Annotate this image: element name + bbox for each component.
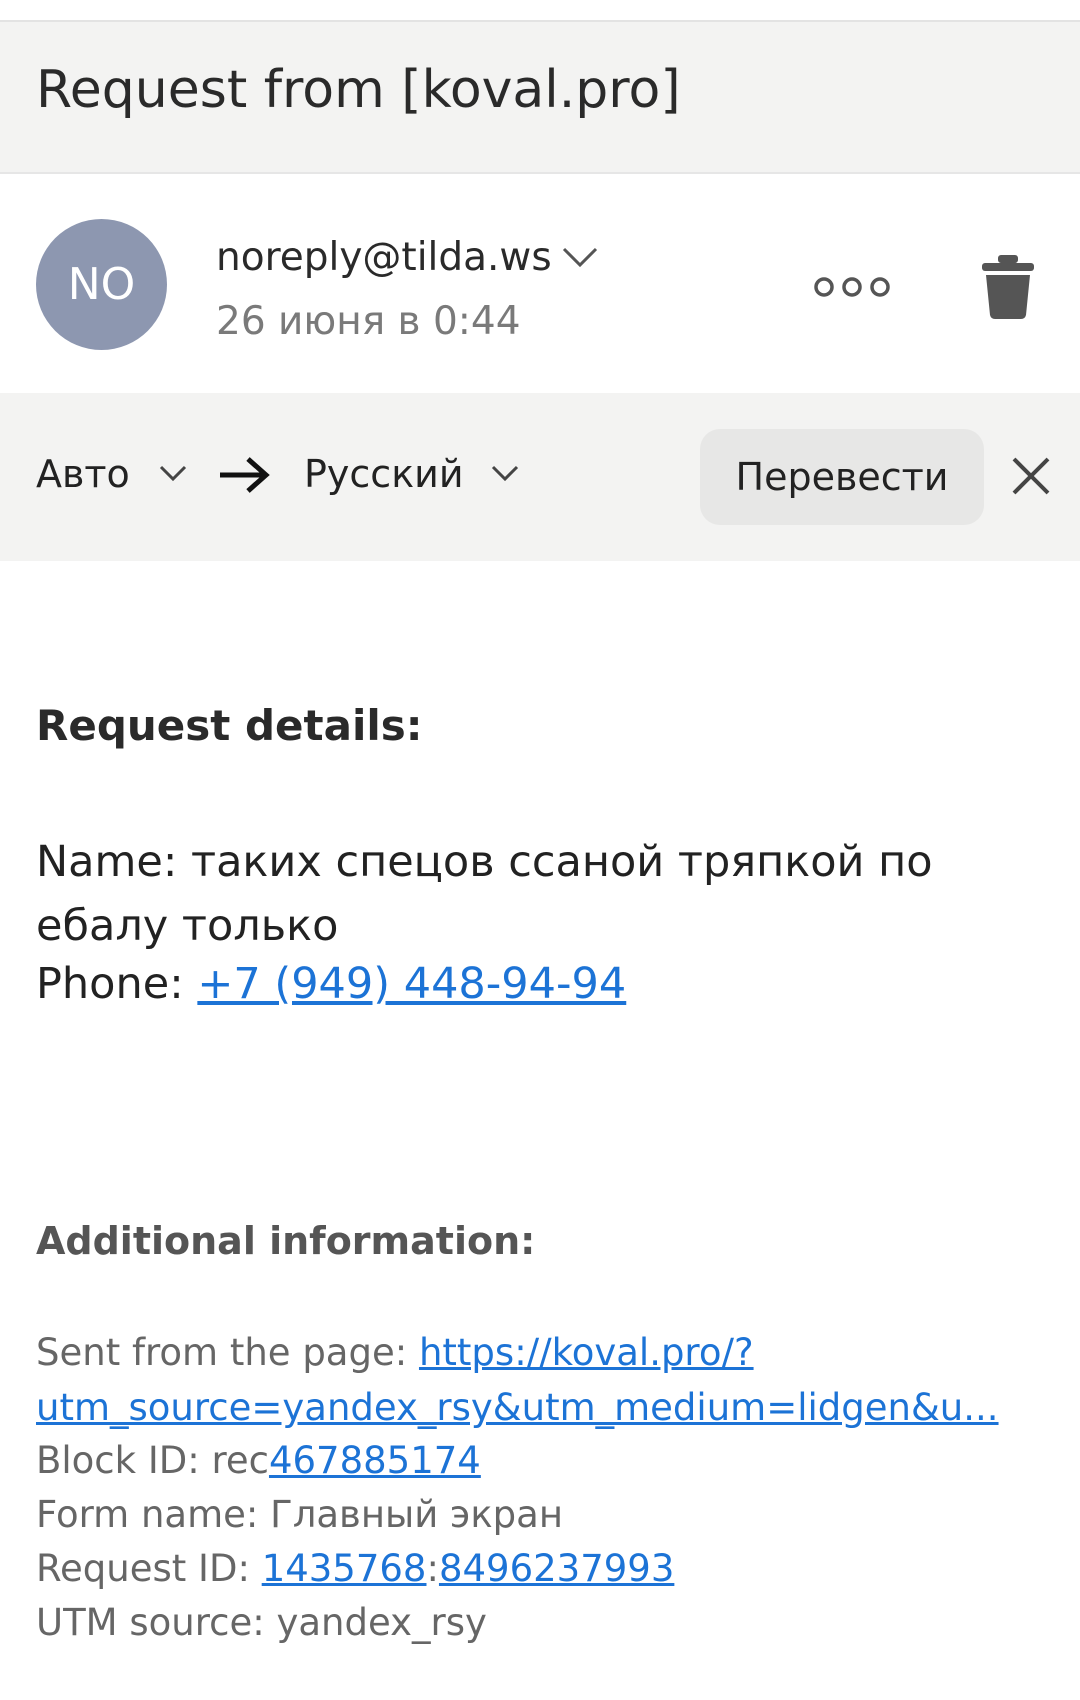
request-id-separator: : [426, 1547, 439, 1590]
phone-link[interactable]: +7 (949) 448-94-94 [197, 959, 626, 1009]
chevron-down-icon[interactable] [560, 243, 600, 273]
name-field: Name: таких спецов ссаной тряпкой по еба… [36, 830, 1036, 958]
block-id-link[interactable]: 467885174 [269, 1439, 481, 1482]
sender-email[interactable]: noreply@tilda.ws [216, 235, 552, 280]
request-id-line: Request ID: 1435768:8496237993 [36, 1547, 1046, 1590]
avatar[interactable]: NO [36, 219, 167, 350]
block-id-line: Block ID: rec467885174 [36, 1439, 1046, 1482]
sent-from-label: Sent from the page: [36, 1331, 419, 1374]
close-icon[interactable] [1010, 455, 1052, 497]
request-id-link-2[interactable]: 8496237993 [439, 1547, 674, 1590]
request-id-label: Request ID: [36, 1547, 262, 1590]
sender-row: NO noreply@tilda.ws 26 июня в 0:44 [0, 175, 1080, 393]
additional-info-heading: Additional information: [36, 1219, 536, 1263]
arrow-right-icon [220, 457, 270, 493]
sent-from-link-line2[interactable]: utm_source=yandex_rsy&utm_medium=lidgen&… [36, 1386, 999, 1429]
utm-source-line: UTM source: yandex_rsy [36, 1601, 487, 1644]
phone-field: Phone: +7 (949) 448-94-94 [36, 959, 626, 1009]
sent-date: 26 июня в 0:44 [216, 299, 521, 344]
translate-button[interactable]: Перевести [700, 429, 984, 525]
sent-from-line: Sent from the page: https://koval.pro/? [36, 1331, 1046, 1374]
source-language-select[interactable]: Авто [36, 452, 130, 496]
request-details-heading: Request details: [36, 701, 423, 750]
chevron-down-icon[interactable] [158, 463, 188, 485]
subject-bar: Request from [koval.pro] [0, 22, 1080, 174]
name-label: Name: [36, 837, 192, 887]
sent-from-link[interactable]: https://koval.pro/? [419, 1331, 754, 1374]
top-strip [0, 0, 1080, 22]
chevron-down-icon[interactable] [490, 463, 520, 485]
email-subject: Request from [koval.pro] [36, 60, 681, 120]
request-id-link-1[interactable]: 1435768 [262, 1547, 427, 1590]
block-id-label: Block ID: rec [36, 1439, 269, 1482]
target-language-select[interactable]: Русский [304, 452, 464, 496]
trash-icon[interactable] [980, 253, 1036, 319]
translate-bar: Авто Русский Перевести [0, 393, 1080, 561]
more-icon[interactable] [812, 267, 892, 307]
phone-label: Phone: [36, 959, 198, 1009]
sent-from-link-continuation: utm_source=yandex_rsy&utm_medium=lidgen&… [36, 1386, 1046, 1429]
form-name-line: Form name: Главный экран [36, 1493, 564, 1536]
